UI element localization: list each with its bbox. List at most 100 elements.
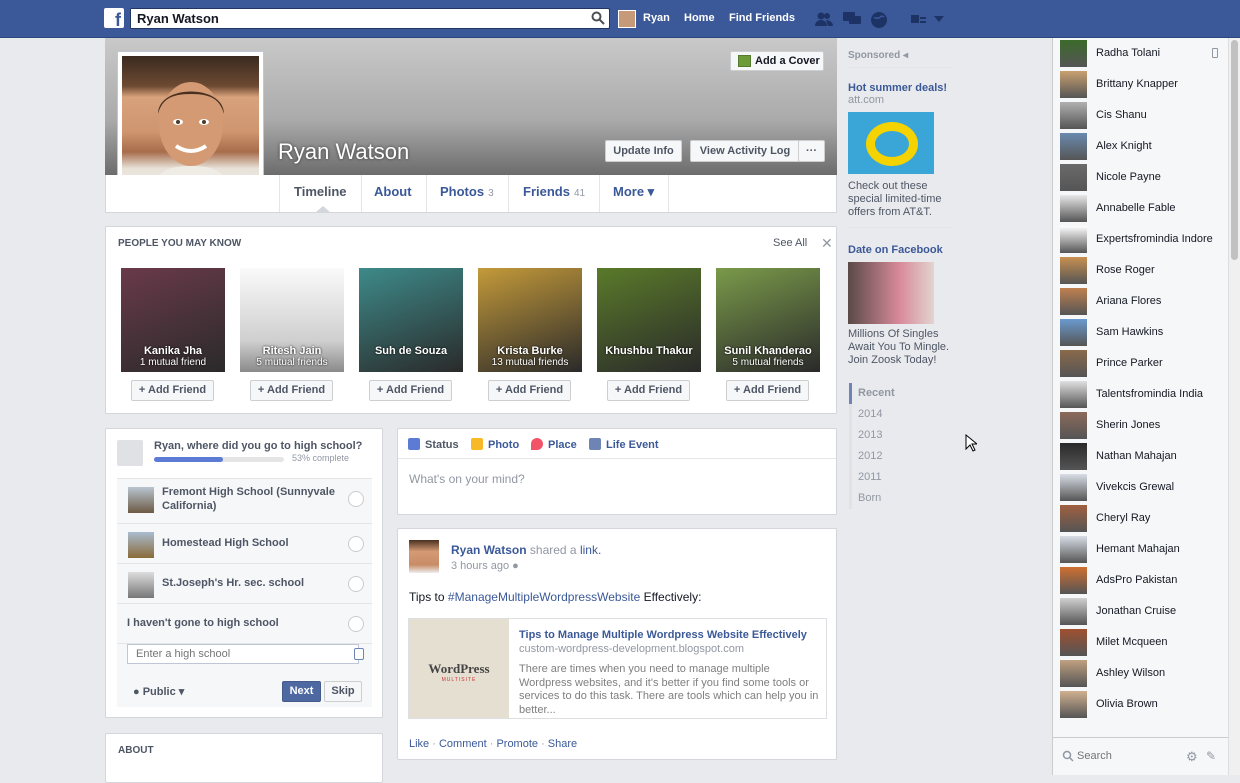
ad-image[interactable]	[848, 262, 934, 324]
ad-zoosk[interactable]: Date on Facebook Millions Of Singles Awa…	[848, 227, 952, 367]
hashtag-link[interactable]: #ManageMultipleWordpressWebsite	[448, 590, 640, 604]
search-input[interactable]	[131, 9, 571, 28]
tab-place[interactable]: Place	[531, 438, 577, 451]
chat-friend[interactable]: Nathan Mahajan	[1060, 443, 1228, 471]
author-avatar[interactable]	[409, 540, 439, 573]
person-photo[interactable]: Sunil Khanderao 5 mutual friends	[716, 268, 820, 372]
chat-friend[interactable]: Cis Shanu	[1060, 102, 1228, 130]
school-radio[interactable]	[348, 576, 364, 592]
page-scrollbar[interactable]	[1228, 38, 1240, 775]
share-link[interactable]: Share	[548, 738, 577, 750]
chat-friend[interactable]: Radha Tolani	[1060, 40, 1228, 68]
year-2011[interactable]: 2011	[852, 467, 909, 488]
more-options-button[interactable]: ···	[798, 140, 825, 162]
school-option[interactable]: Homestead High School	[117, 523, 372, 563]
chat-friend[interactable]: Alex Knight	[1060, 133, 1228, 161]
ad-title[interactable]: Hot summer deals!	[848, 82, 958, 94]
chat-friend[interactable]: Sam Hawkins	[1060, 319, 1228, 347]
update-info-button[interactable]: Update Info	[605, 140, 682, 162]
scrollbar-thumb[interactable]	[1231, 40, 1238, 260]
mutual-friends[interactable]: 5 mutual friends	[716, 357, 820, 368]
settings-dropdown-icon[interactable]	[934, 15, 944, 23]
person-name[interactable]: Sunil Khanderao	[716, 345, 820, 357]
chat-friend[interactable]: Cheryl Ray	[1060, 505, 1228, 533]
chat-search-input[interactable]	[1077, 747, 1187, 765]
chat-friend[interactable]: Brittany Knapper	[1060, 71, 1228, 99]
friend-requests-icon[interactable]	[814, 11, 834, 27]
mutual-friends[interactable]: 5 mutual friends	[240, 357, 344, 368]
person-photo[interactable]: Kanika Jha 1 mutual friend	[121, 268, 225, 372]
link-title[interactable]: Tips to Manage Multiple Wordpress Websit…	[519, 629, 819, 641]
person-name[interactable]: Ritesh Jain	[240, 345, 344, 357]
school-radio[interactable]	[348, 616, 364, 632]
profile-link[interactable]: Ryan	[643, 12, 670, 24]
mutual-friends[interactable]: 13 mutual friends	[478, 357, 582, 368]
tab-photo[interactable]: Photo	[471, 438, 519, 451]
tab-more[interactable]: More ▾	[599, 175, 670, 212]
link-word[interactable]: link.	[580, 543, 601, 557]
link-preview[interactable]: WordPress MULTISITE Tips to Manage Multi…	[408, 618, 827, 719]
chat-friend[interactable]: Sherin Jones	[1060, 412, 1228, 440]
activity-log-button[interactable]: View Activity Log	[690, 140, 800, 162]
add-friend-button[interactable]: + Add Friend	[250, 380, 333, 401]
like-link[interactable]: Like	[409, 738, 429, 750]
chat-friend[interactable]: Jonathan Cruise	[1060, 598, 1228, 626]
chat-friend[interactable]: Expertsfromindia Indore	[1060, 226, 1228, 254]
chat-friend[interactable]: AdsPro Pakistan	[1060, 567, 1228, 595]
composer-input[interactable]: What's on your mind?	[409, 472, 525, 486]
close-icon[interactable]: ✕	[821, 235, 833, 252]
chat-friend[interactable]: Milet Mcqueen	[1060, 629, 1228, 657]
tab-about[interactable]: About	[360, 175, 427, 212]
add-cover-button[interactable]: Add a Cover	[730, 51, 824, 71]
chat-friend[interactable]: Annabelle Fable	[1060, 195, 1228, 223]
chat-friend[interactable]: Olivia Brown	[1060, 691, 1228, 719]
add-friend-button[interactable]: + Add Friend	[726, 380, 809, 401]
privacy-shortcuts-icon[interactable]	[910, 11, 928, 27]
chat-friend[interactable]: Vivekcis Grewal	[1060, 474, 1228, 502]
tab-friends[interactable]: Friends 41	[509, 175, 601, 212]
tab-photos[interactable]: Photos 3	[426, 175, 509, 212]
person-photo[interactable]: Ritesh Jain 5 mutual friends	[240, 268, 344, 372]
comment-link[interactable]: Comment	[439, 738, 487, 750]
author-name[interactable]: Ryan Watson	[451, 543, 527, 557]
add-friend-button[interactable]: + Add Friend	[369, 380, 452, 401]
school-option[interactable]: Fremont High School (Sunnyvale Californi…	[117, 478, 372, 523]
mutual-friends[interactable]: 1 mutual friend	[121, 357, 225, 368]
add-school-icon[interactable]	[354, 648, 364, 660]
add-friend-button[interactable]: + Add Friend	[488, 380, 571, 401]
ad-image[interactable]	[848, 112, 934, 174]
promote-link[interactable]: Promote	[496, 738, 538, 750]
search-box[interactable]	[130, 8, 610, 29]
chat-friend[interactable]: Hemant Mahajan	[1060, 536, 1228, 564]
chat-friend[interactable]: Rose Roger	[1060, 257, 1228, 285]
year-born[interactable]: Born	[852, 488, 909, 509]
chat-friend[interactable]: Prince Parker	[1060, 350, 1228, 378]
school-option[interactable]: I haven't gone to high school	[117, 603, 372, 643]
person-name[interactable]: Suh de Souza	[359, 345, 463, 357]
messages-icon[interactable]	[842, 11, 862, 27]
tab-timeline[interactable]: Timeline	[279, 175, 362, 212]
user-avatar[interactable]	[618, 10, 636, 28]
skip-button[interactable]: Skip	[324, 681, 362, 702]
school-radio[interactable]	[348, 491, 364, 507]
ad-att[interactable]: Hot summer deals! att.com Check out thes…	[848, 82, 958, 219]
tab-status[interactable]: Status	[408, 438, 459, 451]
person-name[interactable]: Kanika Jha	[121, 345, 225, 357]
chat-friend[interactable]: Talentsfromindia India	[1060, 381, 1228, 409]
post-time[interactable]: 3 hours ago	[451, 560, 509, 572]
year-2013[interactable]: 2013	[852, 425, 909, 446]
gear-icon[interactable]: ⚙	[1186, 749, 1198, 765]
megaphone-icon[interactable]: ◂	[903, 50, 908, 61]
person-name[interactable]: Krista Burke	[478, 345, 582, 357]
school-radio[interactable]	[348, 536, 364, 552]
home-link[interactable]: Home	[684, 12, 715, 24]
facebook-logo[interactable]: f	[104, 8, 124, 30]
ad-title[interactable]: Date on Facebook	[848, 244, 952, 256]
find-friends-link[interactable]: Find Friends	[729, 12, 795, 24]
compose-icon[interactable]: ✎	[1206, 749, 1216, 763]
chat-friend[interactable]: Nicole Payne	[1060, 164, 1228, 192]
person-name[interactable]: Khushbu Thakur	[597, 345, 701, 357]
tab-life-event[interactable]: Life Event	[589, 438, 659, 451]
see-all-link[interactable]: See All	[773, 237, 807, 249]
year-2014[interactable]: 2014	[852, 404, 909, 425]
